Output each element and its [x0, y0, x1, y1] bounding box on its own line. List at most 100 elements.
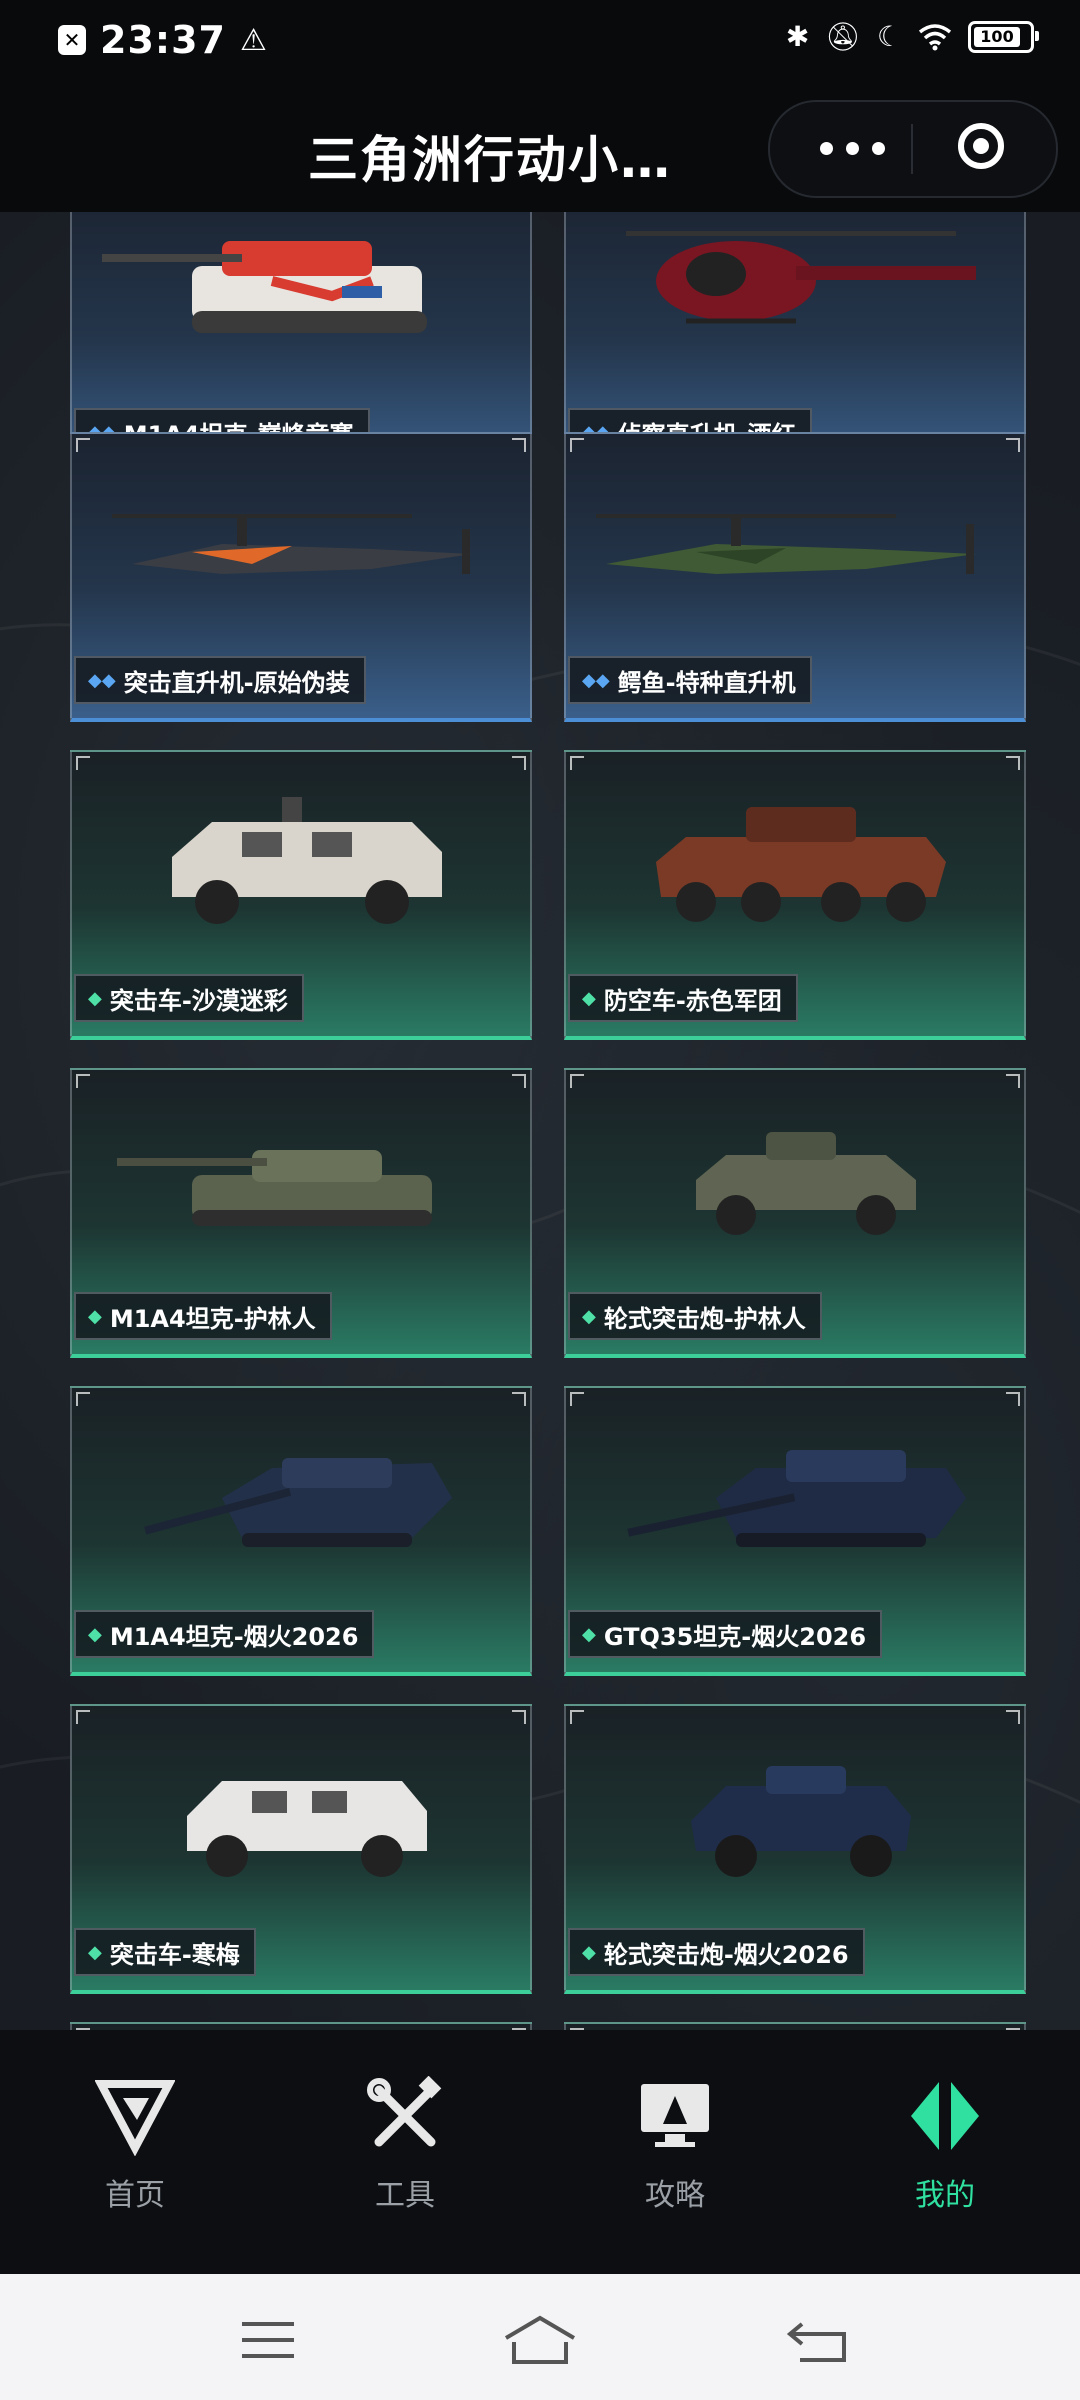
wifi-icon: [918, 23, 952, 50]
app-notification-icon: ✕: [58, 25, 86, 55]
anti-air-vehicle-image: [656, 807, 946, 922]
skin-card[interactable]: ◆ M1A4坦克-护林人: [70, 1068, 532, 1358]
title-bar: 三角洲行动小…: [0, 82, 1080, 212]
skin-name: 防空车-赤色军团: [603, 986, 782, 1015]
warning-icon: ⚠: [239, 22, 267, 58]
skin-name: 突击直升机-原始伪装: [123, 668, 350, 697]
card-corner: [570, 438, 584, 452]
skin-card[interactable]: ◆ 突击车-沙漠迷彩: [70, 750, 532, 1040]
card-corner: [76, 1392, 90, 1406]
tank-image: [102, 241, 427, 333]
rarity-gem-icon: ◆: [88, 987, 102, 1009]
skin-name: M1A4坦克-护林人: [109, 1304, 316, 1333]
skin-card-label: ◆ 防空车-赤色军团: [568, 974, 798, 1022]
skin-card-label: ◆ 突击车-寒梅: [74, 1928, 256, 1976]
nav-home[interactable]: 首页: [35, 2076, 235, 2214]
skin-card[interactable]: ◆ 轮式突击炮-护林人: [564, 1068, 1026, 1358]
mini-program-capsule: [768, 100, 1058, 198]
card-corner: [570, 756, 584, 770]
skin-card-label: ◆ 突击车-沙漠迷彩: [74, 974, 304, 1022]
card-corner: [570, 1392, 584, 1406]
card-corner: [76, 756, 90, 770]
rarity-gem-icon: ◆◆: [88, 669, 116, 691]
skin-name: 轮式突击炮-烟火2026: [603, 1940, 849, 1969]
skin-card[interactable]: ◆◆ 突击直升机-原始伪装: [70, 432, 532, 722]
skin-card[interactable]: ◆◆ 鳄鱼-特种直升机: [564, 432, 1026, 722]
card-corner: [512, 1074, 526, 1088]
skin-card[interactable]: ◆ 防空车-赤色军团: [564, 750, 1026, 1040]
skin-card[interactable]: [70, 2022, 532, 2030]
skin-card[interactable]: ◆ M1A4坦克-烟火2026: [70, 1386, 532, 1676]
helicopter-image: [626, 231, 976, 324]
card-corner: [76, 1074, 90, 1088]
nav-tools[interactable]: 工具: [305, 2076, 505, 2214]
rarity-gem-icon: ◆: [582, 1941, 596, 1963]
card-corner: [570, 1710, 584, 1724]
skin-name: 鳄鱼-特种直升机: [617, 668, 796, 697]
nav-profile[interactable]: 我的: [845, 2076, 1045, 2214]
skin-card-label: ◆ 轮式突击炮-烟火2026: [568, 1928, 865, 1976]
tools-icon: [367, 2076, 442, 2147]
rarity-gem-icon: ◆: [582, 987, 596, 1009]
nav-guide[interactable]: 攻略: [575, 2076, 775, 2214]
wheeled-assault-gun-image: [691, 1766, 911, 1877]
close-mini-program-button[interactable]: [958, 123, 1004, 169]
more-options-button[interactable]: [810, 130, 920, 166]
skin-card[interactable]: [564, 2022, 1026, 2030]
status-time: 23:37: [100, 18, 226, 62]
skin-name: 突击车-沙漠迷彩: [109, 986, 288, 1015]
rarity-gem-icon: ◆: [582, 1623, 596, 1645]
rarity-gem-icon: ◆: [582, 1305, 596, 1327]
card-corner: [1006, 1710, 1020, 1724]
profile-icon: [911, 2082, 979, 2150]
skin-card-label: ◆ M1A4坦克-护林人: [74, 1292, 332, 1340]
assault-vehicle-image: [172, 797, 442, 924]
rarity-gem-icon: ◆: [88, 1305, 102, 1327]
menu-icon[interactable]: [232, 2312, 312, 2368]
skin-card-label: ◆◆ 突击直升机-原始伪装: [74, 656, 366, 704]
system-nav-bar: [0, 2274, 1080, 2400]
skin-name: 轮式突击炮-护林人: [603, 1304, 806, 1333]
attack-helicopter-image: [596, 514, 976, 574]
card-corner: [512, 438, 526, 452]
skin-card-label: ◆ 轮式突击炮-护林人: [568, 1292, 822, 1340]
card-corner: [512, 756, 526, 770]
attack-helicopter-image: [112, 514, 472, 574]
card-corner: [76, 1710, 90, 1724]
tank-image: [144, 1458, 452, 1547]
moon-icon: ☾: [876, 20, 902, 53]
wheeled-assault-gun-image: [696, 1132, 916, 1235]
guide-icon: [641, 2084, 709, 2147]
skin-name: M1A4坦克-烟火2026: [109, 1622, 359, 1651]
back-icon[interactable]: [782, 2312, 862, 2368]
battery-icon: 100: [968, 20, 1039, 53]
home-icon[interactable]: [500, 2312, 580, 2368]
card-corner: [512, 1710, 526, 1724]
skin-grid: ◆◆ M1A4坦克-巅峰竞赛 ◆◆ 侦察直升机-酒红 ◆◆: [0, 212, 1080, 2030]
logo-icon: [95, 2080, 175, 2156]
capsule-divider: [911, 124, 913, 174]
card-corner: [1006, 756, 1020, 770]
card-corner: [512, 1392, 526, 1406]
skin-card[interactable]: ◆ GTQ35坦克-烟火2026: [564, 1386, 1026, 1676]
skin-card-label: ◆◆ 鳄鱼-特种直升机: [568, 656, 812, 704]
card-corner: [1006, 1074, 1020, 1088]
skin-name: 突击车-寒梅: [109, 1940, 240, 1969]
status-bar: ✕ 23:37 ⚠ ✱ 🔕︎ ☾ 100: [0, 0, 1080, 82]
bottom-nav: 首页 工具 攻略 我的: [0, 2030, 1080, 2274]
skin-card[interactable]: ◆ 轮式突击炮-烟火2026: [564, 1704, 1026, 1994]
card-corner: [76, 438, 90, 452]
skin-card[interactable]: ◆ 突击车-寒梅: [70, 1704, 532, 1994]
tank-image: [627, 1450, 966, 1547]
skin-card-label: ◆ GTQ35坦克-烟火2026: [568, 1610, 883, 1658]
mute-icon: 🔕︎: [825, 20, 861, 53]
rarity-gem-icon: ◆: [88, 1623, 102, 1645]
assault-vehicle-image: [187, 1781, 427, 1877]
tank-image: [117, 1150, 432, 1226]
card-corner: [1006, 1392, 1020, 1406]
rarity-gem-icon: ◆: [88, 1941, 102, 1963]
card-corner: [570, 1074, 584, 1088]
skin-name: GTQ35坦克-烟火2026: [603, 1622, 867, 1651]
card-corner: [1006, 438, 1020, 452]
rarity-gem-icon: ◆◆: [582, 669, 610, 691]
